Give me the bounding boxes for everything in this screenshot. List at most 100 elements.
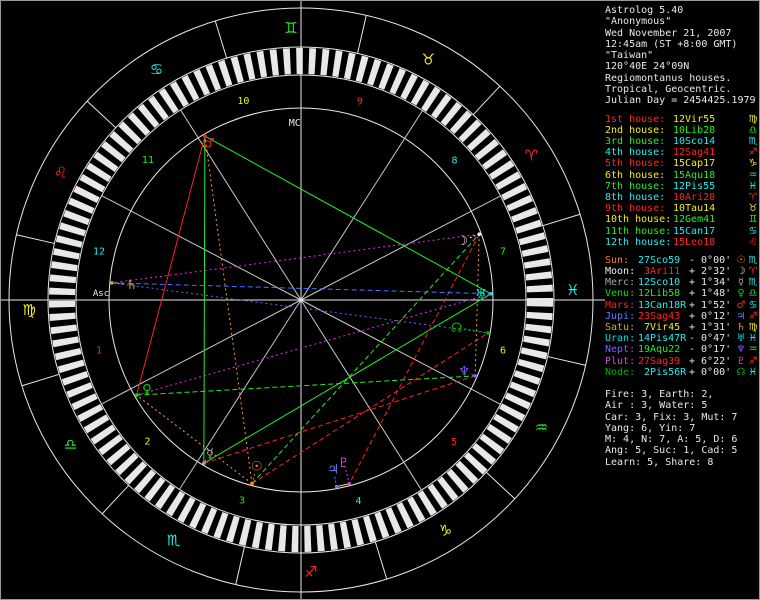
sign-boundary [547,356,586,366]
tally-line: M: 4, N: 7, A: 5, D: 6 [605,434,738,446]
house-cusp-line [180,109,302,301]
planet-position: 14Pis47R [638,333,687,345]
aspect-line-satu-node [111,282,489,334]
house-label: 11th house: [605,225,672,237]
planet-label: Node: [605,366,636,378]
sun-icon: ☉ [736,254,746,266]
tally-line: Yang: 6, Yin: 7 [605,422,696,434]
house-number: 6 [500,346,506,357]
house-row: 7th house: 12Pis55 ♓ [605,181,759,192]
planet-label: Merc: [605,277,636,289]
planet-label: Jupi: [605,310,636,322]
house-cusp-value: 10Tau14 [673,203,716,215]
planet-position: 27Sco59 [638,254,681,266]
house-label: 4th house: [605,147,666,159]
scorpio-sign-icon: ♏ [748,136,758,148]
merc-icon: ☿ [737,277,745,289]
planet-label: Moon: [605,266,636,278]
tally-line: Learn: 5, Share: 8 [605,456,714,468]
planet-row: Plut: 27Sag39 + 6°22' ♇ ♐ [605,356,759,367]
aspect-line-mars-uran [204,135,492,295]
house-row: 5th house: 15Cap17 ♑ [605,158,759,169]
planet-dot [334,484,339,489]
merc-icon: ☿ [206,446,214,461]
planet-row: Nept: 19Aqu22 - 0°17' ♆ ♒ [605,344,759,355]
house-cusp-value: 15Leo18 [673,236,716,248]
house-label: 8th house: [605,191,666,203]
uran-icon: ♅ [475,288,487,303]
planet-dot [473,374,477,378]
sign-boundary [214,20,228,59]
sign-boundary [16,234,55,244]
tally-line: Fire: 3, Earth: 2, [605,388,714,400]
house-cusp-line [101,299,302,405]
house-label: 6th house: [605,169,666,181]
planet-label: Sun: [605,254,630,266]
planet-row: Moon: 3Ari11 + 2°32' ☽ ♈ [605,266,759,277]
asc-label: Asc [93,289,109,299]
house-row: 12th house: 15Leo18 ♌ [605,237,759,248]
astrolog-window: ♈ ♉ ♊ ♋ ♌ ♍ ♎ ♏ ♐ ♑ ♒ ♓ 1 2 3 4 5 6 7 8 9 10 11 12 ☉ ☽ ☿ ♀ ♂ ♃ ♄ ♅ ♆ ♇ ☊ MC… [0,0,760,600]
planet-position: 13Can18R [638,299,687,311]
house-cusp-value: 15Cap17 [673,158,716,170]
house-cusp-value: 12Gem41 [673,214,716,226]
planet-latitude: - 0°00' [689,254,732,266]
planet-latitude: - 0°47' [689,333,732,345]
aspect-line-venu-nept [136,375,476,396]
planet-position: 27Sag39 [638,355,681,367]
house-number: 12 [93,246,105,257]
house-label: 5th house: [605,158,666,170]
planet-latitude: + 6°22' [689,355,732,367]
house-row: 4th house: 12Sag41 ♐ [605,147,759,158]
sagittarius-sign-icon: ♐ [304,563,317,581]
header-line: "Anonymous" [605,16,672,28]
house-row: 1st house: 12Vir55 ♍ [605,114,759,125]
chart-wheel[interactable]: ♈♉♊♋♌♍♎♏♐♑♒♓123 456789101112☉☽☿♀♂♃♄♅♆♇☊MC… [1,1,605,600]
header-line: Tropical, Geocentric. [605,84,732,96]
scorpio-sign-icon: ♏ [167,531,181,549]
sign-boundary [101,484,130,515]
virgo-sign-icon: ♍ [748,113,758,125]
libra-sign-icon: ♎ [748,288,758,300]
sagittarius-sign-icon: ♐ [748,355,758,367]
planet-position-list: Sun: 27Sco59 - 0°00' ☉ ♏ Moon: 3Ari11 + 2°32' ☽… [605,255,759,378]
moon-icon: ☽ [457,234,469,249]
gemini-sign-icon: ♊ [748,214,758,226]
libra-sign-icon: ♎ [748,124,758,136]
node-icon: ☊ [451,321,463,336]
house-cusp-value: 10Ari28 [673,191,716,203]
planet-row: Sun: 27Sco59 - 0°00' ☉ ♏ [605,255,759,266]
aries-sign-icon: ♈ [748,191,758,203]
libra-sign-icon: ♎ [64,435,77,453]
planet-latitude: - 0°17' [689,344,732,356]
wheel-center-dot [299,298,303,302]
planet-latitude: + 0°00' [689,366,732,378]
house-row: 6th house: 15Aqu18 ♒ [605,170,759,181]
aspect-line-moon-nept [474,234,480,376]
capricorn-sign-icon: ♑ [439,521,452,539]
sign-boundary [374,541,388,580]
element-tally: Fire: 3, Earth: 2, Air : 3, Water: 5 Car: … [605,389,759,468]
house-label: 12th house: [605,236,672,248]
cancer-sign-icon: ♋ [748,299,758,311]
node-icon: ☊ [736,366,746,378]
house-number: 9 [357,97,363,108]
house-label: 7th house: [605,180,666,192]
aries-sign-icon: ♈ [748,266,758,278]
satu-icon: ♄ [126,278,138,293]
planet-dot [202,461,206,466]
virgo-sign-icon: ♍ [22,301,35,319]
planet-dot [477,232,482,236]
house-number: 1 [96,346,102,357]
house-row: 8th house: 10Ari28 ♈ [605,192,759,203]
sagittarius-sign-icon: ♐ [748,147,758,159]
taurus-sign-icon: ♉ [422,51,435,69]
planet-position: 19Aqu22 [638,344,681,356]
aspect-line-moon-plut [348,233,480,484]
chart-info-header: Astrolog 5.40 "Anonymous" Wed November 21,… [605,5,759,107]
aspect-line-venu-uran [136,293,492,396]
leo-sign-icon: ♌ [54,164,67,182]
pisces-sign-icon: ♓ [748,366,758,378]
planet-position: 2Pis56R [638,366,687,378]
nept-icon: ♆ [736,344,746,356]
